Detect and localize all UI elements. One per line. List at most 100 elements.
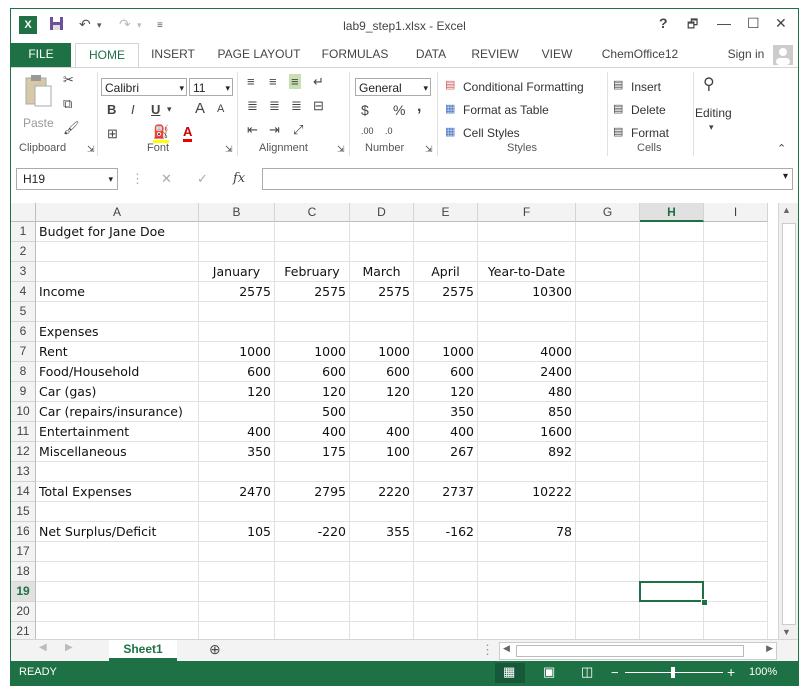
row-header-13[interactable]: 13 [11,462,36,482]
cell-d1[interactable] [350,222,414,242]
tab-view[interactable]: VIEW [535,43,579,67]
tab-home[interactable]: HOME [75,43,139,68]
cell-f12[interactable]: 892 [478,442,576,462]
grow-font-button[interactable]: A [195,100,205,117]
cell-h15[interactable] [640,502,704,522]
cell-c15[interactable] [275,502,350,522]
cell-d4[interactable]: 2575 [350,282,414,302]
cell-g10[interactable] [576,402,640,422]
alignment-launcher-icon[interactable]: ⇲ [337,144,345,155]
cell-c11[interactable]: 400 [275,422,350,442]
scroll-left-icon[interactable]: ◀ [503,643,510,654]
cell-i3[interactable] [704,262,768,282]
sheet-tab-sheet1[interactable]: Sheet1 [109,640,177,661]
cell-i7[interactable] [704,342,768,362]
cell-g3[interactable] [576,262,640,282]
cell-b10[interactable] [199,402,275,422]
column-header-a[interactable]: A [36,203,199,222]
zoom-level[interactable]: 100% [749,666,777,678]
scroll-right-icon[interactable]: ▶ [766,643,773,654]
horizontal-scrollbar[interactable]: ◀ ▶ [499,642,777,660]
column-header-f[interactable]: F [478,203,576,222]
clipboard-launcher-icon[interactable]: ⇲ [87,144,95,155]
row-header-8[interactable]: 8 [11,362,36,382]
cell-b15[interactable] [199,502,275,522]
cell-d18[interactable] [350,562,414,582]
align-bottom-icon[interactable]: ≡ [289,74,301,89]
cell-h21[interactable] [640,622,704,639]
decrease-decimal-icon[interactable]: .0 [385,126,393,136]
cell-b4[interactable]: 2575 [199,282,275,302]
number-format-combo[interactable]: General ▾ [355,78,431,96]
active-cell-selection[interactable] [639,581,704,602]
cell-e5[interactable] [414,302,478,322]
zoom-out-button[interactable]: − [611,665,619,680]
align-right-icon[interactable]: ≣ [291,98,302,114]
cell-i13[interactable] [704,462,768,482]
cell-a10[interactable]: Car (repairs/insurance) [36,402,199,422]
cell-a8[interactable]: Food/Household [36,362,199,382]
insert-cells-icon[interactable]: ▤ [613,78,623,91]
cell-b12[interactable]: 350 [199,442,275,462]
select-all-button[interactable] [11,203,36,222]
cell-e4[interactable]: 2575 [414,282,478,302]
cell-h20[interactable] [640,602,704,622]
cell-c4[interactable]: 2575 [275,282,350,302]
cell-f2[interactable] [478,242,576,262]
cell-b18[interactable] [199,562,275,582]
row-header-16[interactable]: 16 [11,522,36,542]
cancel-icon[interactable]: ✕ [161,171,172,187]
format-as-table-icon[interactable]: ▦ [445,102,455,115]
row-header-12[interactable]: 12 [11,442,36,462]
cell-b3[interactable]: January [199,262,275,282]
cell-c18[interactable] [275,562,350,582]
shrink-font-button[interactable]: A [217,103,224,115]
page-layout-view-icon[interactable]: ▣ [543,664,555,680]
tab-review[interactable]: REVIEW [467,43,523,67]
cell-c9[interactable]: 120 [275,382,350,402]
cell-f7[interactable]: 4000 [478,342,576,362]
maximize-button[interactable]: ☐ [747,15,760,32]
minimize-button[interactable]: — [717,15,731,31]
tab-page-layout[interactable]: PAGE LAYOUT [211,43,307,67]
row-header-6[interactable]: 6 [11,322,36,342]
cell-i12[interactable] [704,442,768,462]
cell-f1[interactable] [478,222,576,242]
cell-i10[interactable] [704,402,768,422]
cell-g15[interactable] [576,502,640,522]
cell-g7[interactable] [576,342,640,362]
cell-f14[interactable]: 10222 [478,482,576,502]
cell-g19[interactable] [576,582,640,602]
cell-f20[interactable] [478,602,576,622]
cell-g14[interactable] [576,482,640,502]
cell-c1[interactable] [275,222,350,242]
cell-a7[interactable]: Rent [36,342,199,362]
cell-a13[interactable] [36,462,199,482]
cell-f6[interactable] [478,322,576,342]
cell-h11[interactable] [640,422,704,442]
cell-f15[interactable] [478,502,576,522]
cell-g5[interactable] [576,302,640,322]
cell-e21[interactable] [414,622,478,639]
horizontal-scroll-thumb[interactable] [516,645,744,657]
tab-file[interactable]: FILE [11,43,71,67]
decrease-indent-icon[interactable]: ⇤ [247,122,258,138]
tab-formulas[interactable]: FORMULAS [317,43,393,67]
cell-e8[interactable]: 600 [414,362,478,382]
editing-button[interactable]: Editing [695,106,732,120]
row-header-3[interactable]: 3 [11,262,36,282]
font-size-combo[interactable]: 11 ▾ [189,78,233,96]
cell-e13[interactable] [414,462,478,482]
row-header-21[interactable]: 21 [11,622,36,639]
cell-g8[interactable] [576,362,640,382]
row-header-9[interactable]: 9 [11,382,36,402]
row-header-4[interactable]: 4 [11,282,36,302]
cell-d5[interactable] [350,302,414,322]
scroll-right-sheets-icon[interactable]: ▶ [65,642,73,653]
sign-in-link[interactable]: Sign in [725,43,767,67]
cell-i2[interactable] [704,242,768,262]
cell-d7[interactable]: 1000 [350,342,414,362]
cell-b13[interactable] [199,462,275,482]
row-header-1[interactable]: 1 [11,222,36,242]
cell-styles-button[interactable]: Cell Styles [463,126,520,140]
